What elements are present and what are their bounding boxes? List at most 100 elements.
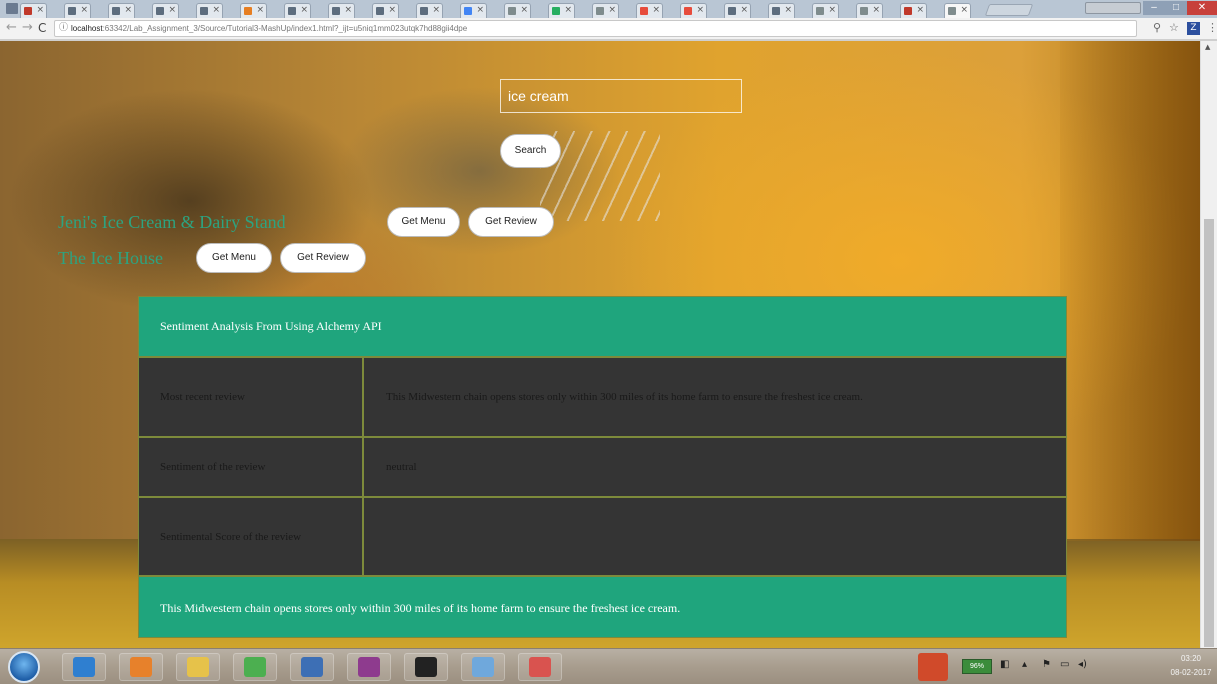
office-icon[interactable] (918, 653, 948, 681)
browser-tab[interactable]: × (636, 3, 663, 18)
tab-close-icon[interactable]: × (432, 5, 440, 15)
tab-favicon-icon (464, 7, 472, 15)
zoom-icon[interactable]: ⚲ (1153, 21, 1161, 34)
app-glyph (472, 657, 494, 677)
browser-tab[interactable]: × (108, 3, 135, 18)
browser-tab[interactable]: × (592, 3, 619, 18)
scroll-thumb[interactable] (1204, 219, 1214, 647)
info-icon[interactable]: ⓘ (59, 21, 68, 36)
search-button[interactable]: Search (500, 134, 561, 168)
tab-close-icon[interactable]: × (168, 5, 176, 15)
app-glyph (301, 657, 323, 677)
browser-tab[interactable]: × (64, 3, 91, 18)
browser-tab[interactable]: × (768, 3, 795, 18)
snipping-tool-icon[interactable] (518, 653, 562, 681)
tab-close-icon[interactable]: × (520, 5, 528, 15)
new-tab-button[interactable] (984, 4, 1034, 16)
tab-favicon-icon (420, 7, 428, 15)
tab-close-icon[interactable]: × (740, 5, 748, 15)
forward-arrow-icon[interactable]: → (22, 20, 33, 35)
tab-favicon-icon (68, 7, 76, 15)
tab-close-icon[interactable]: × (784, 5, 792, 15)
address-bar[interactable]: ⓘ localhost:63342/Lab_Assignment_3/Sourc… (54, 20, 1137, 37)
back-arrow-icon[interactable]: ← (6, 20, 17, 35)
browser-tab[interactable]: × (240, 3, 267, 18)
browser-tab[interactable]: × (680, 3, 707, 18)
tab-close-icon[interactable]: × (828, 5, 836, 15)
app-glyph (529, 657, 551, 677)
tab-close-icon[interactable]: × (388, 5, 396, 15)
browser-tab[interactable]: × (548, 3, 575, 18)
extension-icon[interactable]: Z (1187, 22, 1200, 35)
get-menu-button[interactable]: Get Menu (387, 207, 460, 237)
tab-close-icon[interactable]: × (872, 5, 880, 15)
browser-tab[interactable]: × (416, 3, 443, 18)
row-value: neutral (386, 460, 417, 473)
tab-close-icon[interactable]: × (696, 5, 704, 15)
get-menu-button[interactable]: Get Menu (196, 243, 272, 273)
tab-close-icon[interactable]: × (652, 5, 660, 15)
browser-tab[interactable]: × (812, 3, 839, 18)
get-review-button[interactable]: Get Review (468, 207, 554, 237)
browser-tab[interactable]: × (900, 3, 927, 18)
winrar-icon[interactable] (347, 653, 391, 681)
system-clock[interactable]: 03:20 08-02-2017 (1170, 652, 1212, 680)
panel-header: Sentiment Analysis From Using Alchemy AP… (139, 297, 1066, 356)
chrome-icon[interactable] (233, 653, 277, 681)
browser-toolbar: ← → C ⓘ localhost:63342/Lab_Assignment_3… (0, 18, 1217, 40)
visual-studio-icon[interactable] (290, 653, 334, 681)
search-input[interactable] (500, 79, 742, 113)
browser-tab[interactable]: × (152, 3, 179, 18)
start-button[interactable] (8, 651, 40, 683)
tab-close-icon[interactable]: × (476, 5, 484, 15)
minimize-icon[interactable]: – (1143, 1, 1165, 15)
terminal-icon[interactable] (404, 653, 448, 681)
scroll-up-arrow-icon[interactable]: ▲ (1205, 43, 1210, 51)
browser-tab[interactable]: × (196, 3, 223, 18)
tab-close-icon[interactable]: × (300, 5, 308, 15)
notepad-icon[interactable] (461, 653, 505, 681)
browser-tab[interactable]: × (944, 3, 971, 18)
browser-tab[interactable]: × (504, 3, 531, 18)
vertical-scrollbar[interactable]: ▲ (1200, 41, 1217, 648)
tab-favicon-icon (332, 7, 340, 15)
monitor-icon[interactable]: ▭ (1060, 659, 1069, 670)
tab-close-icon[interactable]: × (960, 5, 968, 15)
tab-close-icon[interactable]: × (608, 5, 616, 15)
chrome-menu-icon[interactable]: ⋮ (1207, 21, 1217, 34)
window-menu-icon[interactable] (6, 3, 18, 14)
app-glyph (73, 657, 95, 677)
network-icon[interactable]: ◧ (1000, 659, 1009, 670)
maximize-icon[interactable]: □ (1165, 1, 1187, 15)
tab-close-icon[interactable]: × (36, 5, 44, 15)
tab-close-icon[interactable]: × (916, 5, 924, 15)
tab-close-icon[interactable]: × (80, 5, 88, 15)
browser-tab[interactable]: × (460, 3, 487, 18)
browser-tab[interactable]: × (20, 3, 47, 18)
file-explorer-icon[interactable] (176, 653, 220, 681)
flag-icon[interactable]: ⚑ (1042, 659, 1051, 670)
internet-explorer-icon[interactable] (62, 653, 106, 681)
browser-tab[interactable]: × (856, 3, 883, 18)
tab-close-icon[interactable]: × (564, 5, 572, 15)
close-icon[interactable]: ✕ (1187, 1, 1217, 15)
get-review-button[interactable]: Get Review (280, 243, 366, 273)
battery-indicator[interactable]: 96% (962, 659, 992, 674)
bookmark-star-icon[interactable]: ☆ (1169, 21, 1179, 34)
browser-tab[interactable]: × (284, 3, 311, 18)
tab-close-icon[interactable]: × (124, 5, 132, 15)
page-viewport: Search Jeni's Ice Cream & Dairy Stand Ge… (0, 41, 1200, 648)
tab-close-icon[interactable]: × (212, 5, 220, 15)
tab-close-icon[interactable]: × (344, 5, 352, 15)
reload-icon[interactable]: C (38, 21, 46, 35)
app-glyph (415, 657, 437, 677)
media-player-icon[interactable] (119, 653, 163, 681)
volume-icon[interactable]: ◂) (1078, 659, 1087, 670)
tab-close-icon[interactable]: × (256, 5, 264, 15)
show-hidden-icons-icon[interactable]: ▴ (1022, 659, 1027, 670)
profile-button[interactable] (1085, 2, 1141, 14)
tab-favicon-icon (376, 7, 384, 15)
browser-tab[interactable]: × (724, 3, 751, 18)
browser-tab[interactable]: × (372, 3, 399, 18)
browser-tab[interactable]: × (328, 3, 355, 18)
